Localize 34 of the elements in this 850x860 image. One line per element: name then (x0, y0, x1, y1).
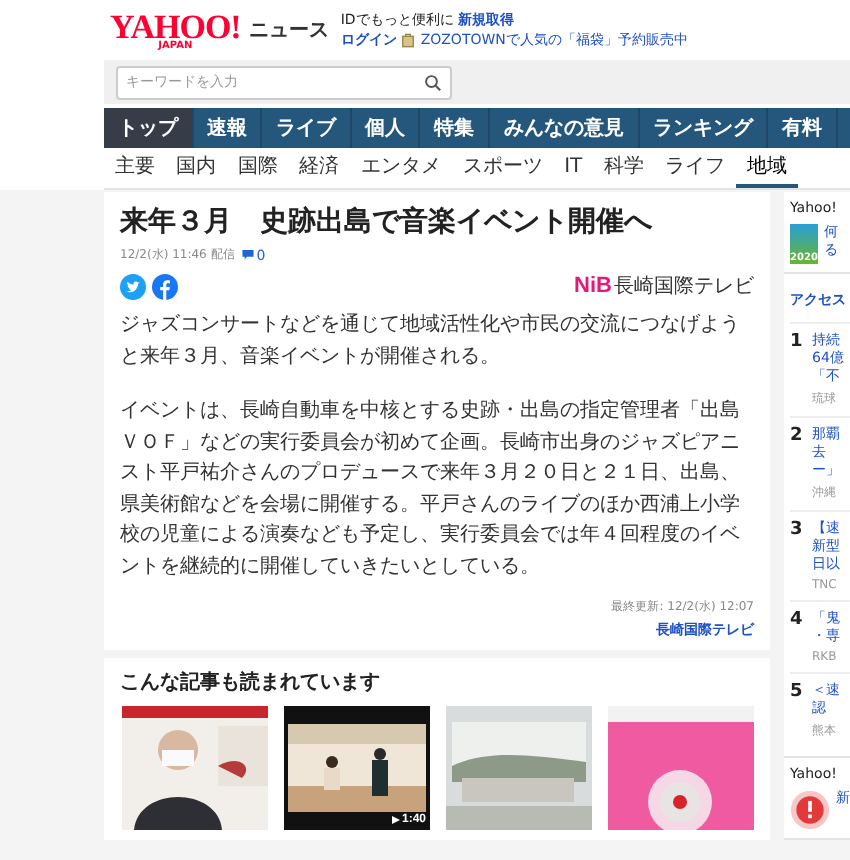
article-title: 来年３月 史跡出島で音楽イベント開催へ (120, 204, 654, 240)
bag-icon (402, 32, 415, 48)
rank-number: 5 (790, 682, 802, 706)
category-tab[interactable]: ライフ (654, 148, 737, 188)
nav-tab[interactable]: みんなの意見 (489, 108, 640, 148)
category-tab[interactable]: スポーツ (451, 148, 554, 188)
rank-number: 3 (790, 520, 802, 544)
nav-tab[interactable]: 個人 (351, 108, 421, 148)
category-tab[interactable]: 経済 (288, 148, 351, 188)
category-tab[interactable]: エンタメ (350, 148, 452, 188)
nav-tab[interactable]: ライブ (262, 108, 352, 148)
nav-tab[interactable]: ランキング (639, 108, 769, 148)
category-tab[interactable]: 国際 (227, 148, 289, 188)
nav-tab[interactable]: トップ (104, 108, 194, 148)
article-paragraph: イベントは、長崎自動車を中核とする史跡・出島の指定管理者「出島ＶＯＦ」などの実行委員会が初めて企画。長崎市出身のジャズピアニスト平戸祐介さんのプロデュースで来年３月２０日と２１日、出島、県美術館などを会場に開催する。平戸さんのライブのほか西浦上小学校の児童による演奏なども予定し、実行委員会では年４回程度のイベントを継続的に開催していきたいとしている。 (120, 397, 742, 581)
category-tab[interactable]: 主要 (104, 148, 166, 188)
broadcaster-logo[interactable]: NiB長崎国際テレビ (574, 272, 754, 300)
category-tab[interactable]: 国内 (165, 148, 228, 188)
nav-tab[interactable]: 速報 (193, 108, 263, 148)
play-icon (391, 816, 400, 824)
nav-tab[interactable]: 特集 (420, 108, 490, 148)
alert-icon (790, 790, 830, 830)
rank-number: 1 (790, 332, 802, 356)
nav-tab[interactable]: 有料 (768, 108, 838, 148)
category-tab[interactable]: 科学 (593, 148, 655, 188)
twitter-icon[interactable] (120, 273, 146, 299)
facebook-icon[interactable] (152, 273, 178, 299)
rank-number: 2 (790, 426, 802, 450)
article-paragraph: ジャズコンサートなどを通じて地域活性化や市民の交流につなげようと来年３月、音楽イベントが開催される。 (120, 311, 742, 371)
section-heading: こんな記事も読まれています (120, 669, 382, 696)
category-tab[interactable]: IT (553, 148, 594, 188)
service-name: ニュース (248, 18, 329, 44)
rank-number: 4 (790, 610, 802, 634)
category-tab[interactable]: 地域 (736, 148, 798, 188)
